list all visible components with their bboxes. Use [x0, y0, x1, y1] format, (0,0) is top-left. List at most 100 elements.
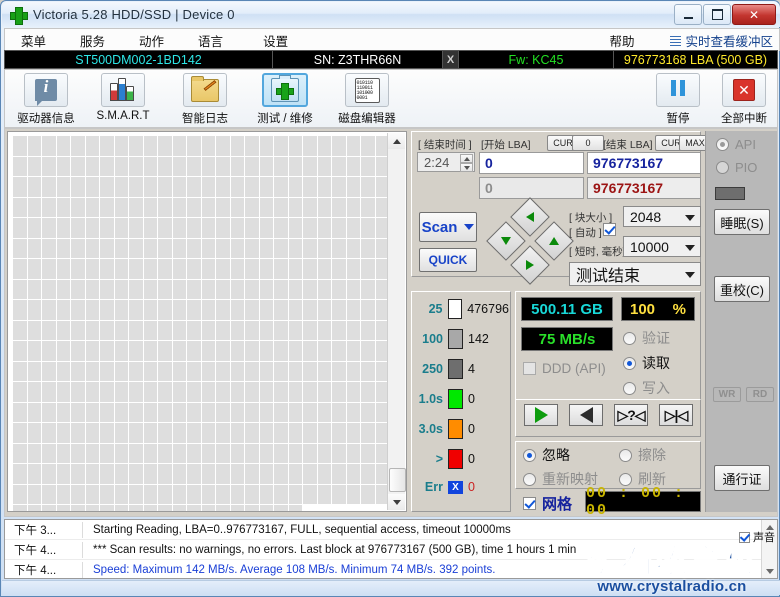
- map-cell[interactable]: [114, 484, 128, 504]
- map-cell[interactable]: [13, 279, 27, 299]
- map-cell[interactable]: [172, 238, 186, 258]
- map-cell[interactable]: [201, 197, 215, 217]
- map-cell[interactable]: [216, 238, 230, 258]
- map-cell[interactable]: [100, 464, 114, 484]
- map-cell[interactable]: [201, 156, 215, 176]
- map-cell[interactable]: [158, 341, 172, 361]
- sleep-button[interactable]: 睡眠(S): [714, 209, 770, 235]
- map-cell[interactable]: [100, 341, 114, 361]
- map-cell[interactable]: [317, 136, 331, 156]
- map-cell[interactable]: [42, 484, 56, 504]
- map-cell[interactable]: [42, 136, 56, 156]
- map-cell[interactable]: [85, 177, 99, 197]
- map-cell[interactable]: [216, 443, 230, 463]
- map-cell[interactable]: [129, 320, 143, 340]
- map-cell[interactable]: [332, 197, 346, 217]
- map-cell[interactable]: [317, 464, 331, 484]
- map-cell[interactable]: [143, 361, 157, 381]
- map-cell[interactable]: [288, 464, 302, 484]
- map-cell[interactable]: [361, 238, 375, 258]
- map-cell[interactable]: [346, 156, 360, 176]
- map-cell[interactable]: [230, 484, 244, 504]
- map-cell[interactable]: [274, 505, 288, 511]
- map-cell[interactable]: [230, 218, 244, 238]
- toolbar-test-repair[interactable]: 测试 / 维修: [248, 73, 322, 126]
- map-cell[interactable]: [274, 279, 288, 299]
- map-cell[interactable]: [27, 341, 41, 361]
- map-cell[interactable]: [114, 300, 128, 320]
- map-cell[interactable]: [172, 423, 186, 443]
- map-cell[interactable]: [13, 300, 27, 320]
- map-cell[interactable]: [361, 259, 375, 279]
- map-cell[interactable]: [13, 484, 27, 504]
- map-cell[interactable]: [346, 341, 360, 361]
- map-cell[interactable]: [332, 484, 346, 504]
- map-cell[interactable]: [143, 484, 157, 504]
- map-cell[interactable]: [303, 259, 317, 279]
- map-cell[interactable]: [288, 156, 302, 176]
- map-cell[interactable]: [288, 505, 302, 511]
- map-cell[interactable]: [288, 382, 302, 402]
- map-cell[interactable]: [158, 464, 172, 484]
- map-cell[interactable]: [172, 443, 186, 463]
- log-row[interactable]: 下午 4... *** Scan results: no warnings, n…: [5, 540, 777, 560]
- map-cell[interactable]: [158, 197, 172, 217]
- map-cell[interactable]: [361, 464, 375, 484]
- timeout-combo[interactable]: 10000: [623, 236, 701, 257]
- end-lba-input[interactable]: 976773167: [587, 152, 701, 174]
- map-cell[interactable]: [259, 279, 273, 299]
- map-cell[interactable]: [317, 156, 331, 176]
- map-cell[interactable]: [56, 197, 70, 217]
- map-cell[interactable]: [346, 218, 360, 238]
- map-cell[interactable]: [303, 320, 317, 340]
- map-cell[interactable]: [42, 156, 56, 176]
- map-cell[interactable]: [114, 156, 128, 176]
- log-scroll-down-arrow[interactable]: [762, 564, 777, 578]
- grid-toggle-checkbox[interactable]: 网格: [523, 493, 572, 514]
- map-cell[interactable]: [114, 382, 128, 402]
- map-cell[interactable]: [158, 382, 172, 402]
- map-cell[interactable]: [56, 320, 70, 340]
- map-cell[interactable]: [129, 484, 143, 504]
- map-cell[interactable]: [13, 177, 27, 197]
- map-cell[interactable]: [317, 361, 331, 381]
- map-cell[interactable]: [303, 238, 317, 258]
- map-cell[interactable]: [129, 197, 143, 217]
- map-cell[interactable]: [187, 464, 201, 484]
- map-cell[interactable]: [27, 464, 41, 484]
- map-cell[interactable]: [216, 136, 230, 156]
- map-cell[interactable]: [332, 279, 346, 299]
- map-cell[interactable]: [201, 218, 215, 238]
- map-cell[interactable]: [27, 177, 41, 197]
- map-cell[interactable]: [230, 300, 244, 320]
- map-cell[interactable]: [129, 279, 143, 299]
- map-cell[interactable]: [274, 341, 288, 361]
- map-cell[interactable]: [85, 464, 99, 484]
- map-cell[interactable]: [216, 382, 230, 402]
- map-cell[interactable]: [129, 300, 143, 320]
- map-cell[interactable]: [100, 484, 114, 504]
- map-cell[interactable]: [230, 464, 244, 484]
- mode-write-radio[interactable]: 写入: [623, 378, 670, 398]
- map-cell[interactable]: [259, 443, 273, 463]
- map-cell[interactable]: [129, 156, 143, 176]
- map-cell[interactable]: [42, 505, 56, 511]
- map-cell[interactable]: [303, 279, 317, 299]
- map-cell[interactable]: [245, 464, 259, 484]
- map-cell[interactable]: [332, 259, 346, 279]
- map-cell[interactable]: [288, 177, 302, 197]
- map-cell[interactable]: [27, 484, 41, 504]
- map-cell[interactable]: [172, 341, 186, 361]
- map-cell[interactable]: [346, 382, 360, 402]
- map-cell[interactable]: [27, 238, 41, 258]
- map-cell[interactable]: [346, 361, 360, 381]
- map-cell[interactable]: [42, 218, 56, 238]
- map-cell[interactable]: [13, 341, 27, 361]
- map-cell[interactable]: [274, 300, 288, 320]
- map-cell[interactable]: [114, 177, 128, 197]
- map-cell[interactable]: [274, 443, 288, 463]
- map-cell[interactable]: [27, 300, 41, 320]
- map-cell[interactable]: [85, 320, 99, 340]
- map-cell[interactable]: [361, 218, 375, 238]
- map-cell[interactable]: [143, 505, 157, 511]
